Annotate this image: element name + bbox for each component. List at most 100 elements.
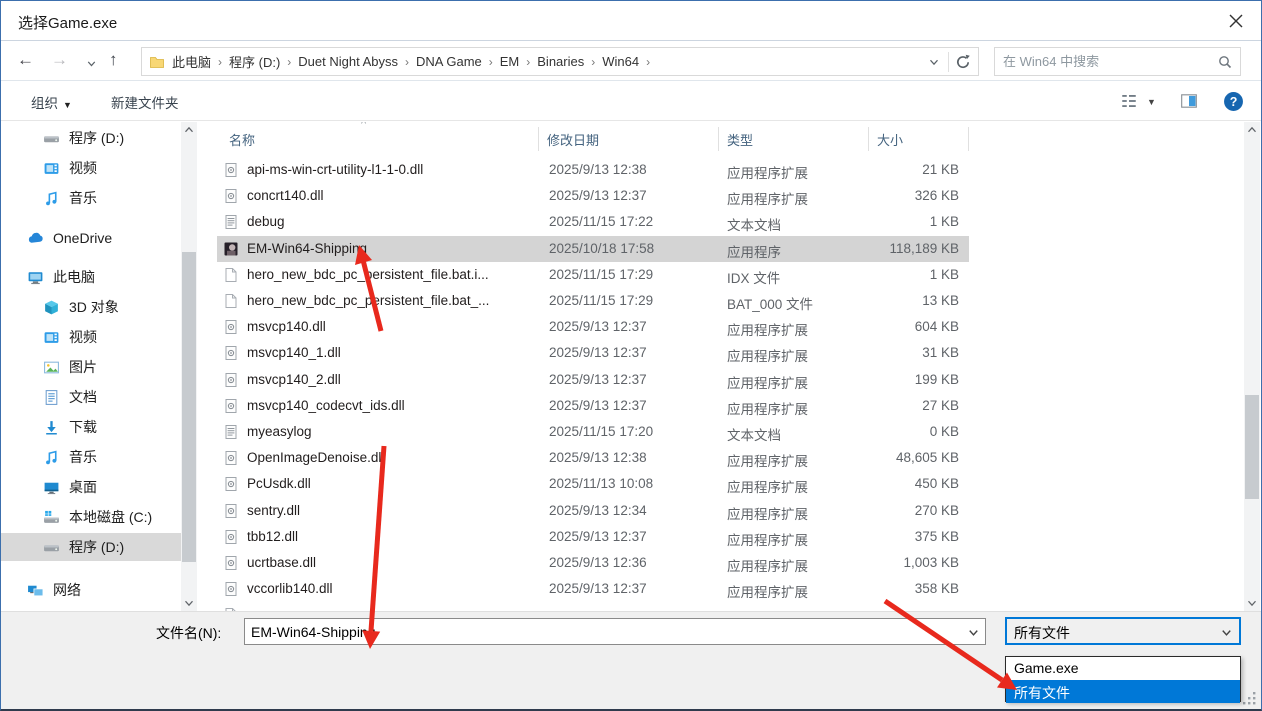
sidebar-item[interactable]: 音乐 — [1, 184, 181, 212]
breadcrumb-item[interactable]: Duet Night Abyss — [292, 54, 404, 69]
organize-button[interactable]: 组织▼ — [31, 92, 72, 112]
close-icon[interactable] — [1225, 10, 1247, 32]
table-row[interactable]: ucrtbase.dll2025/9/13 12:36应用程序扩展1,003 K… — [198, 550, 1244, 576]
sidebar-item[interactable]: 图片 — [1, 353, 181, 381]
sidebar-item[interactable]: 程序 (D:) — [1, 533, 181, 561]
sidebar-item[interactable]: 3D 对象 — [1, 293, 181, 321]
sidebar-item[interactable]: OneDrive — [1, 224, 181, 252]
resize-grip[interactable] — [1241, 690, 1258, 707]
table-row[interactable]: myeasylog2025/11/15 17:20文本文档0 KB — [198, 419, 1244, 445]
scroll-up-icon[interactable] — [182, 123, 196, 137]
sidebar-item[interactable]: 网络 — [1, 576, 181, 604]
sidebar-item[interactable]: 下载 — [1, 413, 181, 441]
filetype-option[interactable]: Game.exe — [1006, 657, 1240, 680]
table-row[interactable]: vccorlib140.dll2025/9/13 12:37应用程序扩展358 … — [198, 576, 1244, 602]
scrollbar-thumb[interactable] — [1245, 395, 1259, 499]
table-row[interactable]: msvcp140_2.dll2025/9/13 12:37应用程序扩展199 K… — [198, 367, 1244, 393]
forward-arrow-icon[interactable]: → — [51, 50, 68, 70]
sidebar-item-label: 此电脑 — [53, 267, 95, 287]
table-row[interactable]: PcUsdk.dll2025/11/13 10:08应用程序扩展450 KB — [198, 471, 1244, 497]
table-row[interactable]: concrt140.dll2025/9/13 12:37应用程序扩展326 KB — [198, 183, 1244, 209]
sidebar-item[interactable]: 本地磁盘 (C:) — [1, 503, 181, 531]
search-icon[interactable] — [1217, 54, 1233, 70]
table-row[interactable]: EM-Win64-Shipping2025/10/18 17:58应用程序118… — [198, 236, 1244, 262]
cell-type: 文本文档 — [727, 214, 781, 234]
back-arrow-icon[interactable]: ← — [17, 50, 34, 70]
preview-pane-icon[interactable] — [1179, 92, 1199, 110]
up-arrow-icon[interactable]: ↑ — [109, 50, 118, 70]
address-dropdown-chevron-icon[interactable] — [927, 55, 941, 69]
breadcrumb-item[interactable]: Win64 — [596, 54, 645, 69]
breadcrumb-item[interactable]: DNA Game — [410, 54, 488, 69]
table-row[interactable]: msvcp140_1.dll2025/9/13 12:37应用程序扩展31 KB — [198, 340, 1244, 366]
list-view-icon[interactable] — [1119, 92, 1139, 110]
view-options-caret-icon[interactable]: ▼ — [1147, 97, 1159, 107]
table-row[interactable]: tbb12.dll2025/9/13 12:37应用程序扩展375 KB — [198, 524, 1244, 550]
address-bar[interactable]: 此电脑›程序 (D:)›Duet Night Abyss›DNA Game›EM… — [141, 47, 979, 76]
table-row[interactable]: hero_new_bdc_pc_persistent_file.bat_...2… — [198, 288, 1244, 314]
recent-locations-chevron-icon[interactable] — [85, 55, 98, 68]
column-header-date[interactable]: 修改日期 — [547, 130, 599, 149]
cell-type: 应用程序扩展 — [727, 529, 808, 549]
column-divider[interactable] — [868, 127, 869, 151]
column-header-type[interactable]: 类型 — [727, 130, 753, 149]
scroll-down-icon[interactable] — [182, 596, 196, 610]
breadcrumb-item[interactable]: 此电脑 — [166, 52, 217, 71]
column-header-name[interactable]: 名称 — [229, 130, 255, 149]
cell-type: 文本文档 — [727, 424, 781, 444]
table-row[interactable]: api-ms-win-crt-utility-l1-1-0.dll2025/9/… — [198, 157, 1244, 183]
cell-type: IDX 文件 — [727, 267, 780, 287]
help-icon[interactable]: ? — [1223, 91, 1244, 112]
table-row[interactable]: msvcp140.dll2025/9/13 12:37应用程序扩展604 KB — [198, 314, 1244, 340]
sidebar-scrollbar[interactable] — [181, 122, 197, 611]
sidebar-item[interactable]: 视频 — [1, 154, 181, 182]
scroll-up-icon[interactable] — [1245, 123, 1259, 137]
breadcrumb-item[interactable]: Binaries — [531, 54, 590, 69]
cell-name: api-ms-win-crt-utility-l1-1-0.dll — [247, 162, 423, 177]
table-row[interactable]: OpenImageDenoise.dll2025/9/13 12:38应用程序扩… — [198, 445, 1244, 471]
sidebar-item[interactable]: 程序 (D:) — [1, 124, 181, 152]
filename-combobox — [244, 618, 986, 645]
sidebar-item[interactable]: 桌面 — [1, 473, 181, 501]
dll-icon — [223, 372, 239, 388]
onedrive-cloud-icon — [27, 230, 44, 247]
refresh-icon[interactable] — [954, 53, 972, 71]
filetype-combobox[interactable]: 所有文件 — [1005, 617, 1241, 645]
folder-icon — [148, 54, 166, 70]
cell-date: 2025/11/13 10:08 — [549, 476, 653, 491]
breadcrumb-item[interactable]: 程序 (D:) — [223, 52, 286, 71]
cell-date: 2025/9/13 12:38 — [549, 450, 647, 465]
dll-icon — [223, 476, 239, 492]
search-input[interactable] — [1003, 49, 1208, 74]
sort-ascending-icon: ^ — [361, 122, 366, 130]
column-divider[interactable] — [538, 127, 539, 151]
column-header-size[interactable]: 大小 — [877, 130, 903, 149]
breadcrumb-separator-icon[interactable]: › — [645, 55, 651, 69]
sidebar-item[interactable]: 此电脑 — [1, 263, 181, 291]
filename-input[interactable] — [251, 620, 951, 643]
cell-type: 应用程序扩展 — [727, 319, 808, 339]
column-divider[interactable] — [718, 127, 719, 151]
breadcrumb-item[interactable]: EM — [494, 54, 526, 69]
dialog-footer: 文件名(N): 所有文件 Game.exe所有文件 — [1, 611, 1261, 710]
table-row[interactable]: debug2025/11/15 17:22文本文档1 KB — [198, 209, 1244, 235]
filetype-dropdown-chevron-icon[interactable] — [1219, 625, 1234, 640]
sidebar-item-label: 音乐 — [69, 188, 97, 208]
table-row[interactable]: msvcp140_codecvt_ids.dll2025/9/13 12:37应… — [198, 393, 1244, 419]
dll-icon — [223, 450, 239, 466]
cell-name: msvcp140.dll — [247, 319, 326, 334]
sidebar-item[interactable]: 文档 — [1, 383, 181, 411]
filename-dropdown-chevron-icon[interactable] — [966, 625, 981, 640]
table-row[interactable]: sentry.dll2025/9/13 12:34应用程序扩展270 KB — [198, 498, 1244, 524]
column-divider[interactable] — [968, 127, 969, 151]
scrollbar-thumb[interactable] — [182, 252, 196, 562]
file-list-scrollbar[interactable] — [1244, 122, 1260, 611]
sidebar-item[interactable]: 视频 — [1, 323, 181, 351]
content-area: 程序 (D:)视频音乐OneDrive此电脑3D 对象视频图片文档下载音乐桌面本… — [1, 122, 1261, 611]
scroll-down-icon[interactable] — [1245, 596, 1259, 610]
table-row[interactable]: hero_new_bdc_pc_persistent_file.bat.i...… — [198, 262, 1244, 288]
new-folder-button[interactable]: 新建文件夹 — [111, 92, 179, 112]
table-row[interactable] — [198, 602, 1244, 611]
filetype-option[interactable]: 所有文件 — [1006, 680, 1240, 703]
sidebar-item[interactable]: 音乐 — [1, 443, 181, 471]
